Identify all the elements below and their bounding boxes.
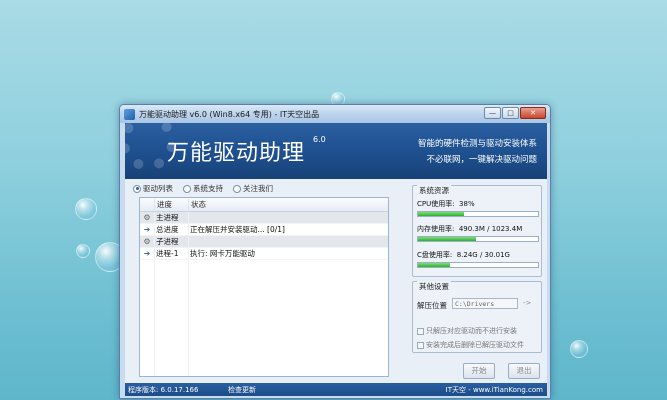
radio-icon[interactable] [233,184,241,193]
checkbox[interactable] [417,327,424,335]
option-label: 安装完成后删除已解压驱动文件 [426,341,524,349]
title-bar[interactable]: 万能驱动助理 v6.0 (Win8.x64 专用) - IT天空出品 — □ ✕ [120,105,550,123]
gear-icon: ⚙ [143,237,151,246]
tab-label: 驱动列表 [143,184,173,193]
option-label: 只解压对应驱动而不进行安装 [426,327,517,335]
tab-driver-list[interactable]: 驱动列表 [133,183,173,194]
tab-label: 系统支持 [193,184,223,193]
table-row[interactable]: ➜ 进程-1 执行: 网卡万能驱动 [140,248,388,260]
option-delete-after-install[interactable]: 安装完成后删除已解压驱动文件 [417,340,524,350]
banner-slogan-2: 不必联网，一键解决驱动问题 [426,155,537,165]
bubble-decoration [76,244,90,258]
tab-follow-us[interactable]: 关注我们 [233,183,273,194]
row-status: 正在解压并安装驱动... [0/1] [190,225,285,234]
task-list[interactable]: 进度 状态 ⚙ 主进程 ➜ 总进度 正在解压并安装驱动... [0/1] ⚙ 子… [139,197,389,377]
table-row[interactable]: ➜ 总进度 正在解压并安装驱动... [0/1] [140,224,388,236]
header-banner: 万能驱动助理 6.0 智能的硬件检测与驱动安装体系 不必联网，一键解决驱动问题 [125,123,547,179]
column-divider [154,212,155,376]
column-status[interactable]: 状态 [188,199,388,210]
program-version: 程序版本: 6.0.17.166 [128,385,199,394]
bubble-decoration [75,198,97,220]
browse-button[interactable]: -> [523,299,531,307]
extract-path-input[interactable] [452,298,518,309]
other-settings-group: 其他设置 解压位置 -> 只解压对应驱动而不进行安装 安装完成后删除已解压驱动文… [412,281,542,353]
column-progress[interactable]: 进度 [154,199,188,210]
memory-usage-fill [418,237,476,241]
task-list-header: 进度 状态 [140,198,388,212]
banner-title: 万能驱动助理 [167,141,306,166]
table-row[interactable]: ⚙ 主进程 [140,212,388,224]
close-button[interactable]: ✕ [520,107,546,119]
disk-usage-value: 8.24G / 30.01G [456,251,510,259]
radio-selected-icon[interactable] [133,184,141,193]
row-progress: 子进程 [156,237,179,246]
tab-system-support[interactable]: 系统支持 [183,183,223,194]
status-bar: 程序版本: 6.0.17.166 检查更新 IT天空 - www.iTianKo… [125,383,547,396]
table-row[interactable]: ⚙ 子进程 [140,236,388,248]
maximize-button[interactable]: □ [502,107,519,119]
checkbox[interactable] [417,341,424,349]
disk-usage-bar [417,262,539,268]
memory-usage-value: 490.3M / 1023.4M [458,225,523,233]
bubble-decoration [570,340,588,358]
row-progress: 主进程 [156,213,179,222]
system-resources-group: 系统资源 CPU使用率: 38% 内存使用率: 490.3M / 1023.4M… [412,185,542,277]
tab-label: 关注我们 [243,184,273,193]
cpu-usage-value: 38% [459,200,475,208]
group-title: 系统资源 [417,185,451,196]
gear-icon: ⚙ [143,213,151,222]
banner-version: 6.0 [313,135,326,144]
app-window: 万能驱动助理 v6.0 (Win8.x64 专用) - IT天空出品 — □ ✕… [119,104,551,399]
main-content: 驱动列表 系统支持 关注我们 进度 状态 ⚙ 主进程 ➜ 总进度 正在解压并安装… [125,179,547,383]
memory-usage-label: 内存使用率: 490.3M / 1023.4M [417,225,523,233]
check-update-link[interactable]: 检查更新 [228,385,446,395]
window-controls: — □ ✕ [484,107,546,119]
cpu-usage-label: CPU使用率: 38% [417,200,475,208]
exit-button[interactable]: 退出 [508,363,540,379]
banner-slogan-1: 智能的硬件检测与驱动安装体系 [417,139,537,149]
cpu-usage-fill [418,212,464,216]
disk-usage-label: C盘使用率: 8.24G / 30.01G [417,251,510,259]
cpu-usage-bar [417,211,539,217]
brand-link[interactable]: IT天空 - www.iTianKong.com [446,385,547,395]
disk-usage-fill [418,263,451,267]
arrow-right-icon: ➜ [143,225,151,234]
column-divider [188,212,189,376]
view-tabs: 驱动列表 系统支持 关注我们 [133,183,273,194]
radio-icon[interactable] [183,184,191,193]
arrow-right-icon: ➜ [143,249,151,258]
extract-location-label: 解压位置 [417,301,447,310]
window-title: 万能驱动助理 v6.0 (Win8.x64 专用) - IT天空出品 [139,109,320,119]
memory-usage-bar [417,236,539,242]
option-extract-only[interactable]: 只解压对应驱动而不进行安装 [417,326,517,336]
app-icon [124,108,135,120]
minimize-button[interactable]: — [484,107,501,119]
row-status: 执行: 网卡万能驱动 [190,249,255,258]
row-progress: 总进度 [156,225,179,234]
start-button[interactable]: 开始 [463,363,495,379]
group-title: 其他设置 [417,281,451,292]
row-progress: 进程-1 [156,249,179,258]
